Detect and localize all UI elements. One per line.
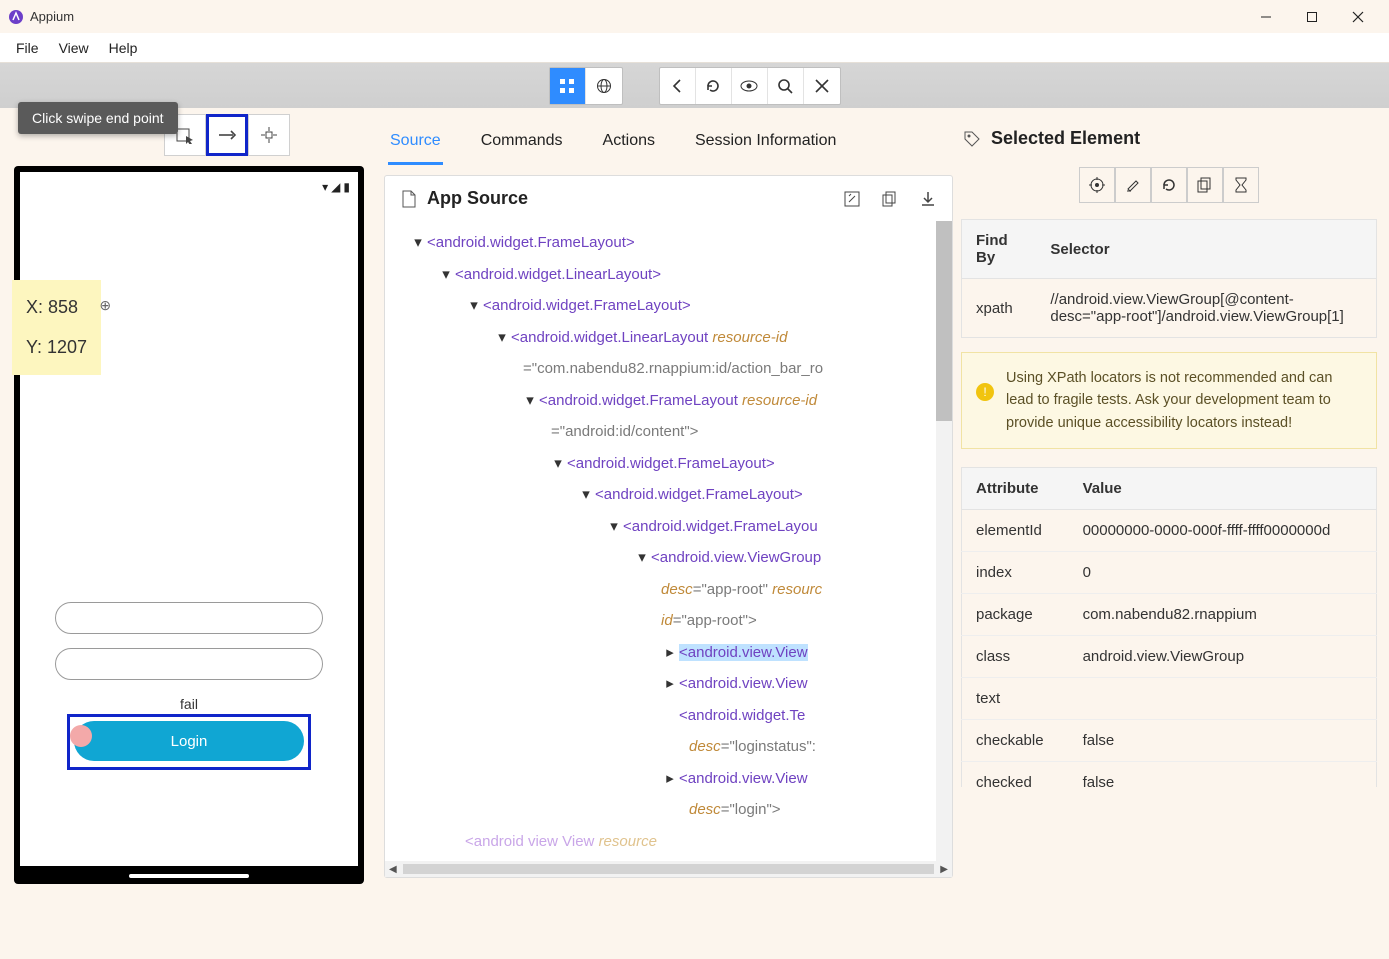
table-row: classandroid.view.ViewGroup — [962, 636, 1377, 678]
findby-header: Find By — [962, 220, 1037, 279]
selected-element-title: Selected Element — [991, 128, 1140, 149]
device-preview[interactable]: ▾ ◢ ▮ fail Login — [14, 166, 364, 884]
send-keys-button[interactable] — [1115, 167, 1151, 203]
tag-icon — [963, 130, 981, 148]
inspector-tabs: Source Commands Actions Session Informat… — [384, 116, 953, 165]
copy-attributes-button[interactable] — [1187, 167, 1223, 203]
tab-session-info[interactable]: Session Information — [693, 122, 838, 164]
tab-commands[interactable]: Commands — [479, 122, 565, 164]
main-toolbar — [0, 63, 1389, 108]
coord-y: Y: 1207 — [26, 328, 87, 368]
quit-session-button[interactable] — [804, 68, 840, 104]
table-row: checkablefalse — [962, 720, 1377, 762]
attribute-header: Attribute — [962, 468, 1069, 510]
refresh-button[interactable] — [696, 68, 732, 104]
battery-icon: ▮ — [343, 180, 350, 194]
web-mode-button[interactable] — [586, 68, 622, 104]
menubar: File View Help — [0, 33, 1389, 63]
source-tree[interactable]: ▾<android.widget.FrameLayout> ▾<android.… — [385, 221, 936, 861]
wifi-icon: ▾ — [322, 180, 328, 194]
copy-xml-button[interactable] — [882, 191, 898, 207]
password-input[interactable] — [55, 648, 323, 680]
login-button[interactable]: Login — [74, 721, 304, 761]
swipe-tooltip: Click swipe end point — [18, 102, 178, 134]
warning-icon: ! — [976, 383, 994, 401]
search-elements-button[interactable] — [768, 68, 804, 104]
tree-vertical-scrollbar[interactable] — [936, 221, 952, 861]
maximize-button[interactable] — [1289, 0, 1335, 33]
close-button[interactable] — [1335, 0, 1381, 33]
table-row: checkedfalse — [962, 762, 1377, 788]
crosshair-icon: ⊕ — [99, 290, 111, 321]
xpath-warning: ! Using XPath locators is not recommende… — [961, 352, 1377, 449]
clear-element-button[interactable] — [1151, 167, 1187, 203]
record-button[interactable] — [732, 68, 768, 104]
tab-source[interactable]: Source — [388, 122, 443, 164]
menu-help[interactable]: Help — [99, 36, 148, 60]
login-highlight-box: Login — [67, 714, 311, 770]
tap-element-button[interactable] — [1079, 167, 1115, 203]
app-source-title: App Source — [427, 188, 528, 209]
back-button[interactable] — [660, 68, 696, 104]
login-status-label: fail — [180, 696, 198, 712]
document-icon — [401, 190, 417, 208]
username-input[interactable] — [55, 602, 323, 634]
swipe-by-coords-button[interactable] — [206, 114, 248, 156]
table-row: index0 — [962, 552, 1377, 594]
attribute-table: AttributeValue elementId00000000-0000-00… — [961, 467, 1377, 787]
findby-cell: xpath — [962, 279, 1037, 338]
toggle-attrs-button[interactable] — [844, 191, 860, 207]
selector-header: Selector — [1036, 220, 1376, 279]
get-timing-button[interactable] — [1223, 167, 1259, 203]
value-header: Value — [1069, 468, 1377, 510]
table-row: text — [962, 678, 1377, 720]
tab-actions[interactable]: Actions — [601, 122, 657, 164]
app-logo-icon — [8, 9, 24, 25]
selector-cell[interactable]: //android.view.ViewGroup[@content-desc="… — [1036, 279, 1376, 338]
minimize-button[interactable] — [1243, 0, 1289, 33]
tree-horizontal-scrollbar[interactable]: ◀▶ — [385, 861, 952, 877]
coord-x: X: 858 — [26, 297, 78, 317]
selected-element-actions — [961, 167, 1377, 203]
swipe-start-marker — [70, 725, 92, 747]
coordinate-readout: X: 858⊕ Y: 1207 — [12, 280, 101, 375]
login-button-label: Login — [171, 733, 208, 750]
android-homebar — [129, 874, 249, 878]
signal-icon: ◢ — [331, 180, 340, 194]
download-xml-button[interactable] — [920, 191, 936, 207]
locator-table: Find BySelector xpath //android.view.Vie… — [961, 219, 1377, 338]
window-title: Appium — [30, 9, 74, 24]
menu-file[interactable]: File — [6, 36, 49, 60]
menu-view[interactable]: View — [49, 36, 99, 60]
native-mode-button[interactable] — [550, 68, 586, 104]
table-row: elementId00000000-0000-000f-ffff-ffff000… — [962, 510, 1377, 552]
titlebar: Appium — [0, 0, 1389, 33]
table-row: packagecom.nabendu82.rnappium — [962, 594, 1377, 636]
tap-by-coords-button[interactable] — [248, 114, 290, 156]
